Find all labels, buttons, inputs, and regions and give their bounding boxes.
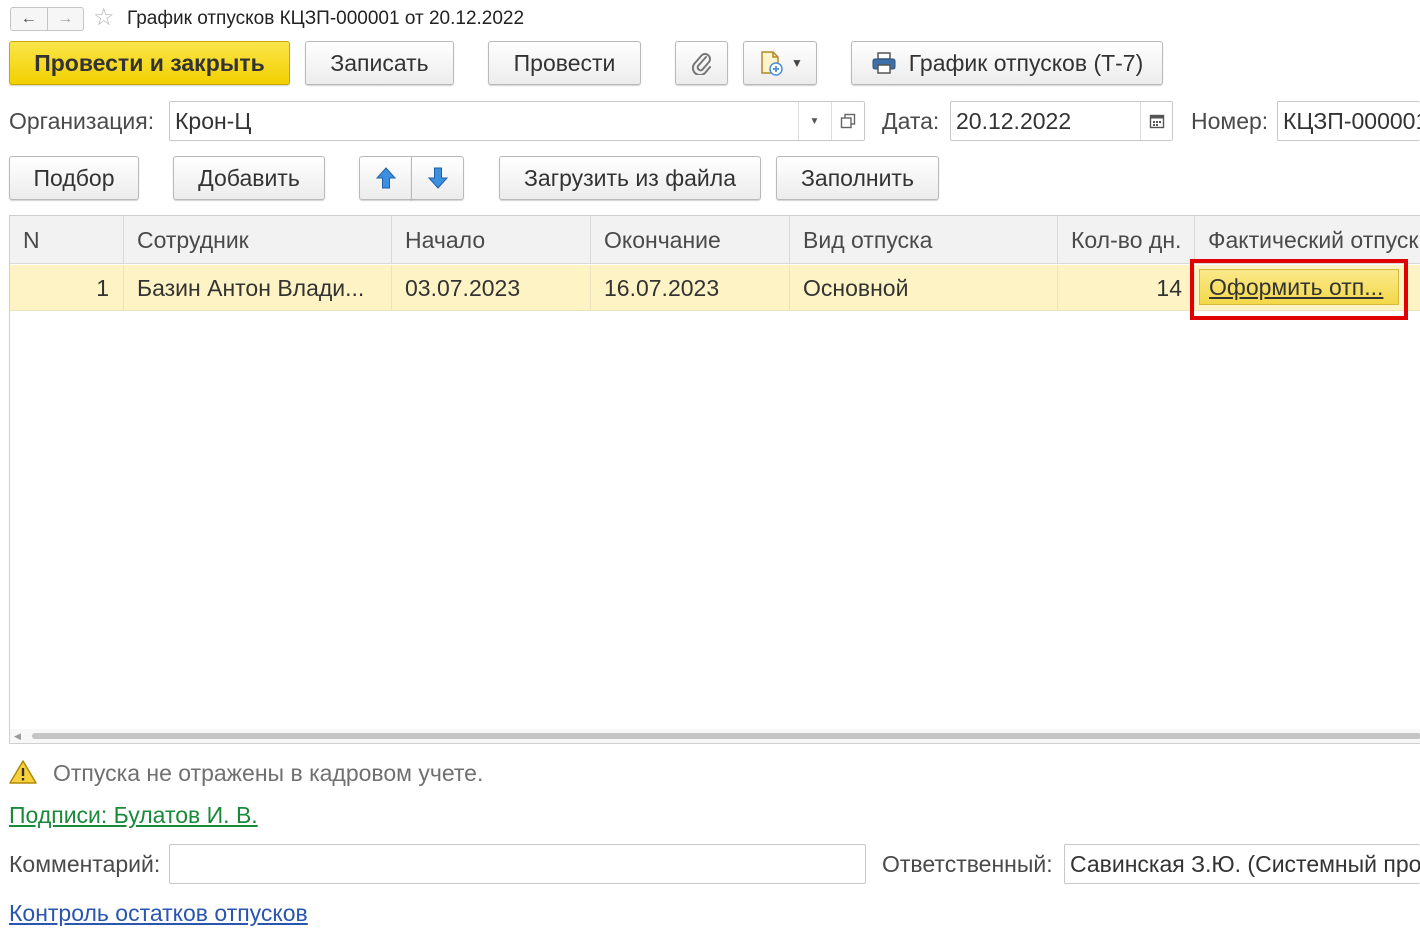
arrow-up-icon: [375, 167, 396, 189]
signatures-link[interactable]: Подписи: Булатов И. В.: [9, 802, 258, 829]
vacation-balance-control-link[interactable]: Контроль остатков отпусков: [9, 900, 308, 927]
warning-text: Отпуска не отражены в кадровом учете.: [53, 760, 484, 786]
cell-end[interactable]: 16.07.2023: [591, 265, 790, 311]
paperclip-icon: [691, 53, 711, 75]
number-value: КЦЗП-000001: [1283, 107, 1420, 134]
organization-dropdown-button[interactable]: ▼: [798, 102, 830, 140]
warning-icon: [9, 760, 37, 784]
fill-button[interactable]: Заполнить: [776, 156, 939, 200]
cell-days[interactable]: 14: [1058, 265, 1195, 311]
create-based-on-button[interactable]: ▼: [743, 41, 817, 85]
column-header-end[interactable]: Окончание: [591, 216, 790, 264]
chevron-down-icon: ▼: [809, 115, 820, 127]
number-label: Номер:: [1191, 108, 1269, 134]
cell-start[interactable]: 03.07.2023: [392, 265, 591, 311]
move-up-button[interactable]: [359, 156, 412, 200]
post-and-close-button[interactable]: Провести и закрыть: [9, 41, 290, 85]
column-header-employee[interactable]: Сотрудник: [124, 216, 392, 264]
comment-field[interactable]: [169, 844, 866, 884]
responsible-label: Ответственный:: [882, 851, 1053, 877]
load-from-file-button[interactable]: Загрузить из файла: [499, 156, 761, 200]
date-label: Дата:: [882, 108, 940, 134]
add-button[interactable]: Добавить: [173, 156, 325, 200]
move-down-button[interactable]: [411, 156, 464, 200]
organization-value: Крон-Ц: [175, 107, 252, 134]
calendar-button[interactable]: [1140, 102, 1172, 140]
horizontal-scrollbar[interactable]: ◀: [10, 729, 1420, 743]
print-schedule-label: График отпусков (Т-7): [908, 49, 1144, 76]
cell-employee[interactable]: Базин Антон Влади...: [124, 265, 392, 311]
organization-open-button[interactable]: [831, 102, 864, 140]
select-button[interactable]: Подбор: [9, 156, 139, 200]
responsible-field[interactable]: Савинская З.Ю. (Системный программист): [1064, 844, 1420, 884]
dropdown-arrow-icon: ▼: [791, 56, 803, 70]
responsible-value: Савинская З.Ю. (Системный программист): [1070, 850, 1420, 877]
table-header: N Сотрудник Начало Окончание Вид отпуска…: [10, 216, 1420, 264]
column-header-n[interactable]: N: [10, 216, 124, 264]
highlight-frame: [1190, 259, 1408, 320]
nav-buttons: ← →: [10, 7, 84, 31]
post-button[interactable]: Провести: [488, 41, 641, 85]
cell-type[interactable]: Основной: [790, 265, 1058, 311]
back-arrow-icon[interactable]: ←: [11, 8, 48, 30]
print-schedule-button[interactable]: График отпусков (Т-7): [851, 41, 1163, 85]
forward-arrow-icon[interactable]: →: [48, 8, 84, 30]
column-header-days[interactable]: Кол-во дн.: [1058, 216, 1195, 264]
organization-label: Организация:: [9, 108, 155, 134]
save-button[interactable]: Записать: [305, 41, 454, 85]
cell-n[interactable]: 1: [10, 265, 124, 311]
number-field[interactable]: КЦЗП-000001: [1277, 101, 1420, 141]
comment-label: Комментарий:: [9, 851, 161, 877]
attach-button[interactable]: [675, 41, 728, 85]
date-value: 20.12.2022: [956, 107, 1072, 134]
organization-field[interactable]: Крон-Ц: [169, 101, 865, 141]
calendar-icon: [1149, 114, 1164, 129]
open-window-icon: [840, 113, 856, 129]
column-header-actual[interactable]: Фактический отпуск: [1195, 216, 1420, 264]
favorite-star-icon[interactable]: ☆: [93, 4, 119, 32]
arrow-down-icon: [427, 167, 448, 189]
scroll-left-icon[interactable]: ◀: [14, 731, 21, 742]
column-header-start[interactable]: Начало: [392, 216, 591, 264]
printer-icon: [872, 52, 896, 74]
scrollbar-thumb[interactable]: [32, 733, 1420, 739]
document-create-icon: [761, 51, 783, 76]
window-title: График отпусков КЦЗП-000001 от 20.12.202…: [127, 8, 525, 29]
column-header-type[interactable]: Вид отпуска: [790, 216, 1058, 264]
